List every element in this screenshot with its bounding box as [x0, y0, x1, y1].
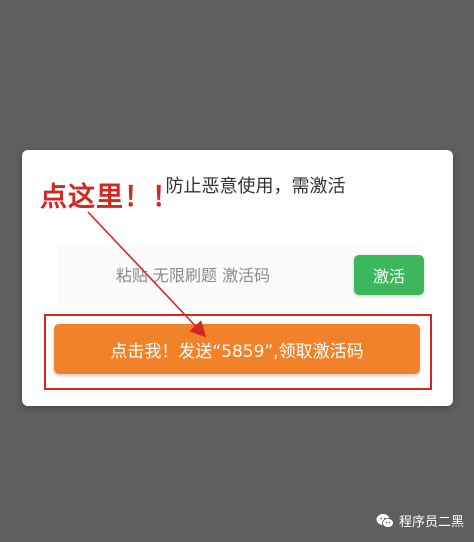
get-activation-code-button[interactable]: 点击我！发送“5859”,领取激活码: [54, 324, 420, 374]
watermark: 程序员二黑: [376, 511, 464, 530]
activate-button[interactable]: 激活: [354, 255, 424, 295]
activation-code-input[interactable]: [68, 245, 318, 305]
wechat-icon: [376, 513, 394, 528]
activation-code-row: 激活: [58, 245, 424, 305]
watermark-text: 程序员二黑: [398, 515, 464, 530]
annotation-callout-text: 点这里！！: [40, 182, 180, 213]
screenshot: 防止恶意使用，需激活 激活 点击我！发送“5859”,领取激活码 点这里！！ 程…: [0, 0, 474, 542]
